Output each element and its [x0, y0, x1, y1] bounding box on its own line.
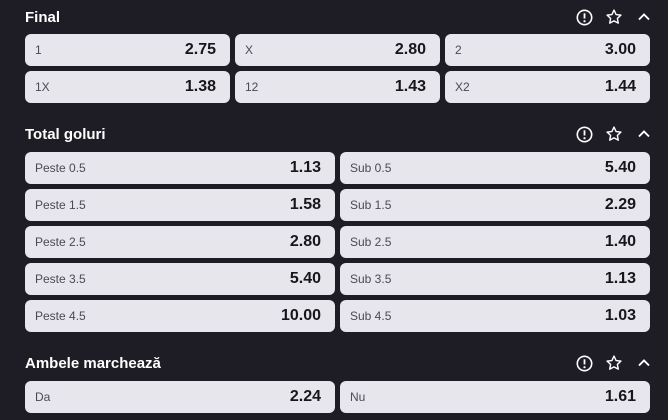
odds-button[interactable]: 12 1.43: [235, 71, 440, 103]
odds-button[interactable]: 2 3.00: [445, 34, 650, 66]
odds-value: 1.40: [604, 233, 636, 250]
odds-value: 1.03: [604, 307, 636, 324]
odds-label: Sub 2.5: [350, 235, 392, 249]
odds-label: Peste 2.5: [35, 235, 86, 249]
odds-value: 2.24: [289, 388, 321, 405]
odds-value: 1.43: [394, 78, 426, 95]
odds-label: Da: [35, 390, 51, 404]
info-icon[interactable]: [574, 7, 594, 27]
odds-label: 1: [35, 43, 42, 57]
star-icon[interactable]: [604, 7, 624, 27]
odds-button[interactable]: Nu 1.61: [340, 381, 650, 413]
odds-button[interactable]: Da 2.24: [25, 381, 335, 413]
star-icon[interactable]: [604, 353, 624, 373]
odds-value: 2.29: [604, 196, 636, 213]
odds-value: 3.00: [604, 41, 636, 58]
odds-label: Peste 0.5: [35, 161, 86, 175]
section-header-final: Final: [0, 2, 668, 32]
odds-button[interactable]: Peste 3.5 5.40: [25, 263, 335, 295]
odds-label: Sub 3.5: [350, 272, 392, 286]
odds-label: Sub 1.5: [350, 198, 392, 212]
odds-button[interactable]: Sub 1.5 2.29: [340, 189, 650, 221]
section-header-total-goluri: Total goluri: [0, 119, 668, 149]
odds-label: Sub 0.5: [350, 161, 392, 175]
section-title: Final: [25, 8, 61, 26]
odds-value: 2.80: [289, 233, 321, 250]
odds-value: 1.61: [604, 388, 636, 405]
odds-button[interactable]: Sub 0.5 5.40: [340, 152, 650, 184]
odds-label: Nu: [350, 390, 366, 404]
chevron-up-icon[interactable]: [634, 353, 654, 373]
odds-value: 1.13: [604, 270, 636, 287]
odds-label: 12: [245, 80, 259, 94]
odds-label: 2: [455, 43, 462, 57]
odds-value: 5.40: [604, 159, 636, 176]
odds-button[interactable]: 1X 1.38: [25, 71, 230, 103]
odds-button[interactable]: Sub 3.5 1.13: [340, 263, 650, 295]
chevron-up-icon[interactable]: [634, 7, 654, 27]
odds-value: 1.58: [289, 196, 321, 213]
odds-label: Peste 3.5: [35, 272, 86, 286]
odds-value: 1.13: [289, 159, 321, 176]
odds-value: 5.40: [289, 270, 321, 287]
odds-button[interactable]: Sub 2.5 1.40: [340, 226, 650, 258]
odds-button[interactable]: Peste 1.5 1.58: [25, 189, 335, 221]
odds-value: 1.44: [604, 78, 636, 95]
chevron-up-icon[interactable]: [634, 124, 654, 144]
odds-button[interactable]: Peste 0.5 1.13: [25, 152, 335, 184]
odds-value: 2.75: [184, 41, 216, 58]
section-title: Total goluri: [25, 125, 106, 143]
odds-value: 1.38: [184, 78, 216, 95]
section-header-ambele-marcheaza: Ambele marchează: [0, 348, 668, 378]
info-icon[interactable]: [574, 353, 594, 373]
odds-value: 2.80: [394, 41, 426, 58]
odds-label: Peste 1.5: [35, 198, 86, 212]
odds-button[interactable]: Sub 4.5 1.03: [340, 300, 650, 332]
odds-label: X: [245, 43, 254, 57]
odds-button[interactable]: X2 1.44: [445, 71, 650, 103]
odds-button[interactable]: X 2.80: [235, 34, 440, 66]
star-icon[interactable]: [604, 124, 624, 144]
odds-button[interactable]: 1 2.75: [25, 34, 230, 66]
odds-button[interactable]: Peste 2.5 2.80: [25, 226, 335, 258]
info-icon[interactable]: [574, 124, 594, 144]
odds-label: Peste 4.5: [35, 309, 86, 323]
odds-button[interactable]: Peste 4.5 10.00: [25, 300, 335, 332]
odds-label: X2: [455, 80, 470, 94]
section-title: Ambele marchează: [25, 354, 161, 372]
odds-value: 10.00: [280, 307, 321, 324]
odds-label: Sub 4.5: [350, 309, 392, 323]
odds-label: 1X: [35, 80, 50, 94]
